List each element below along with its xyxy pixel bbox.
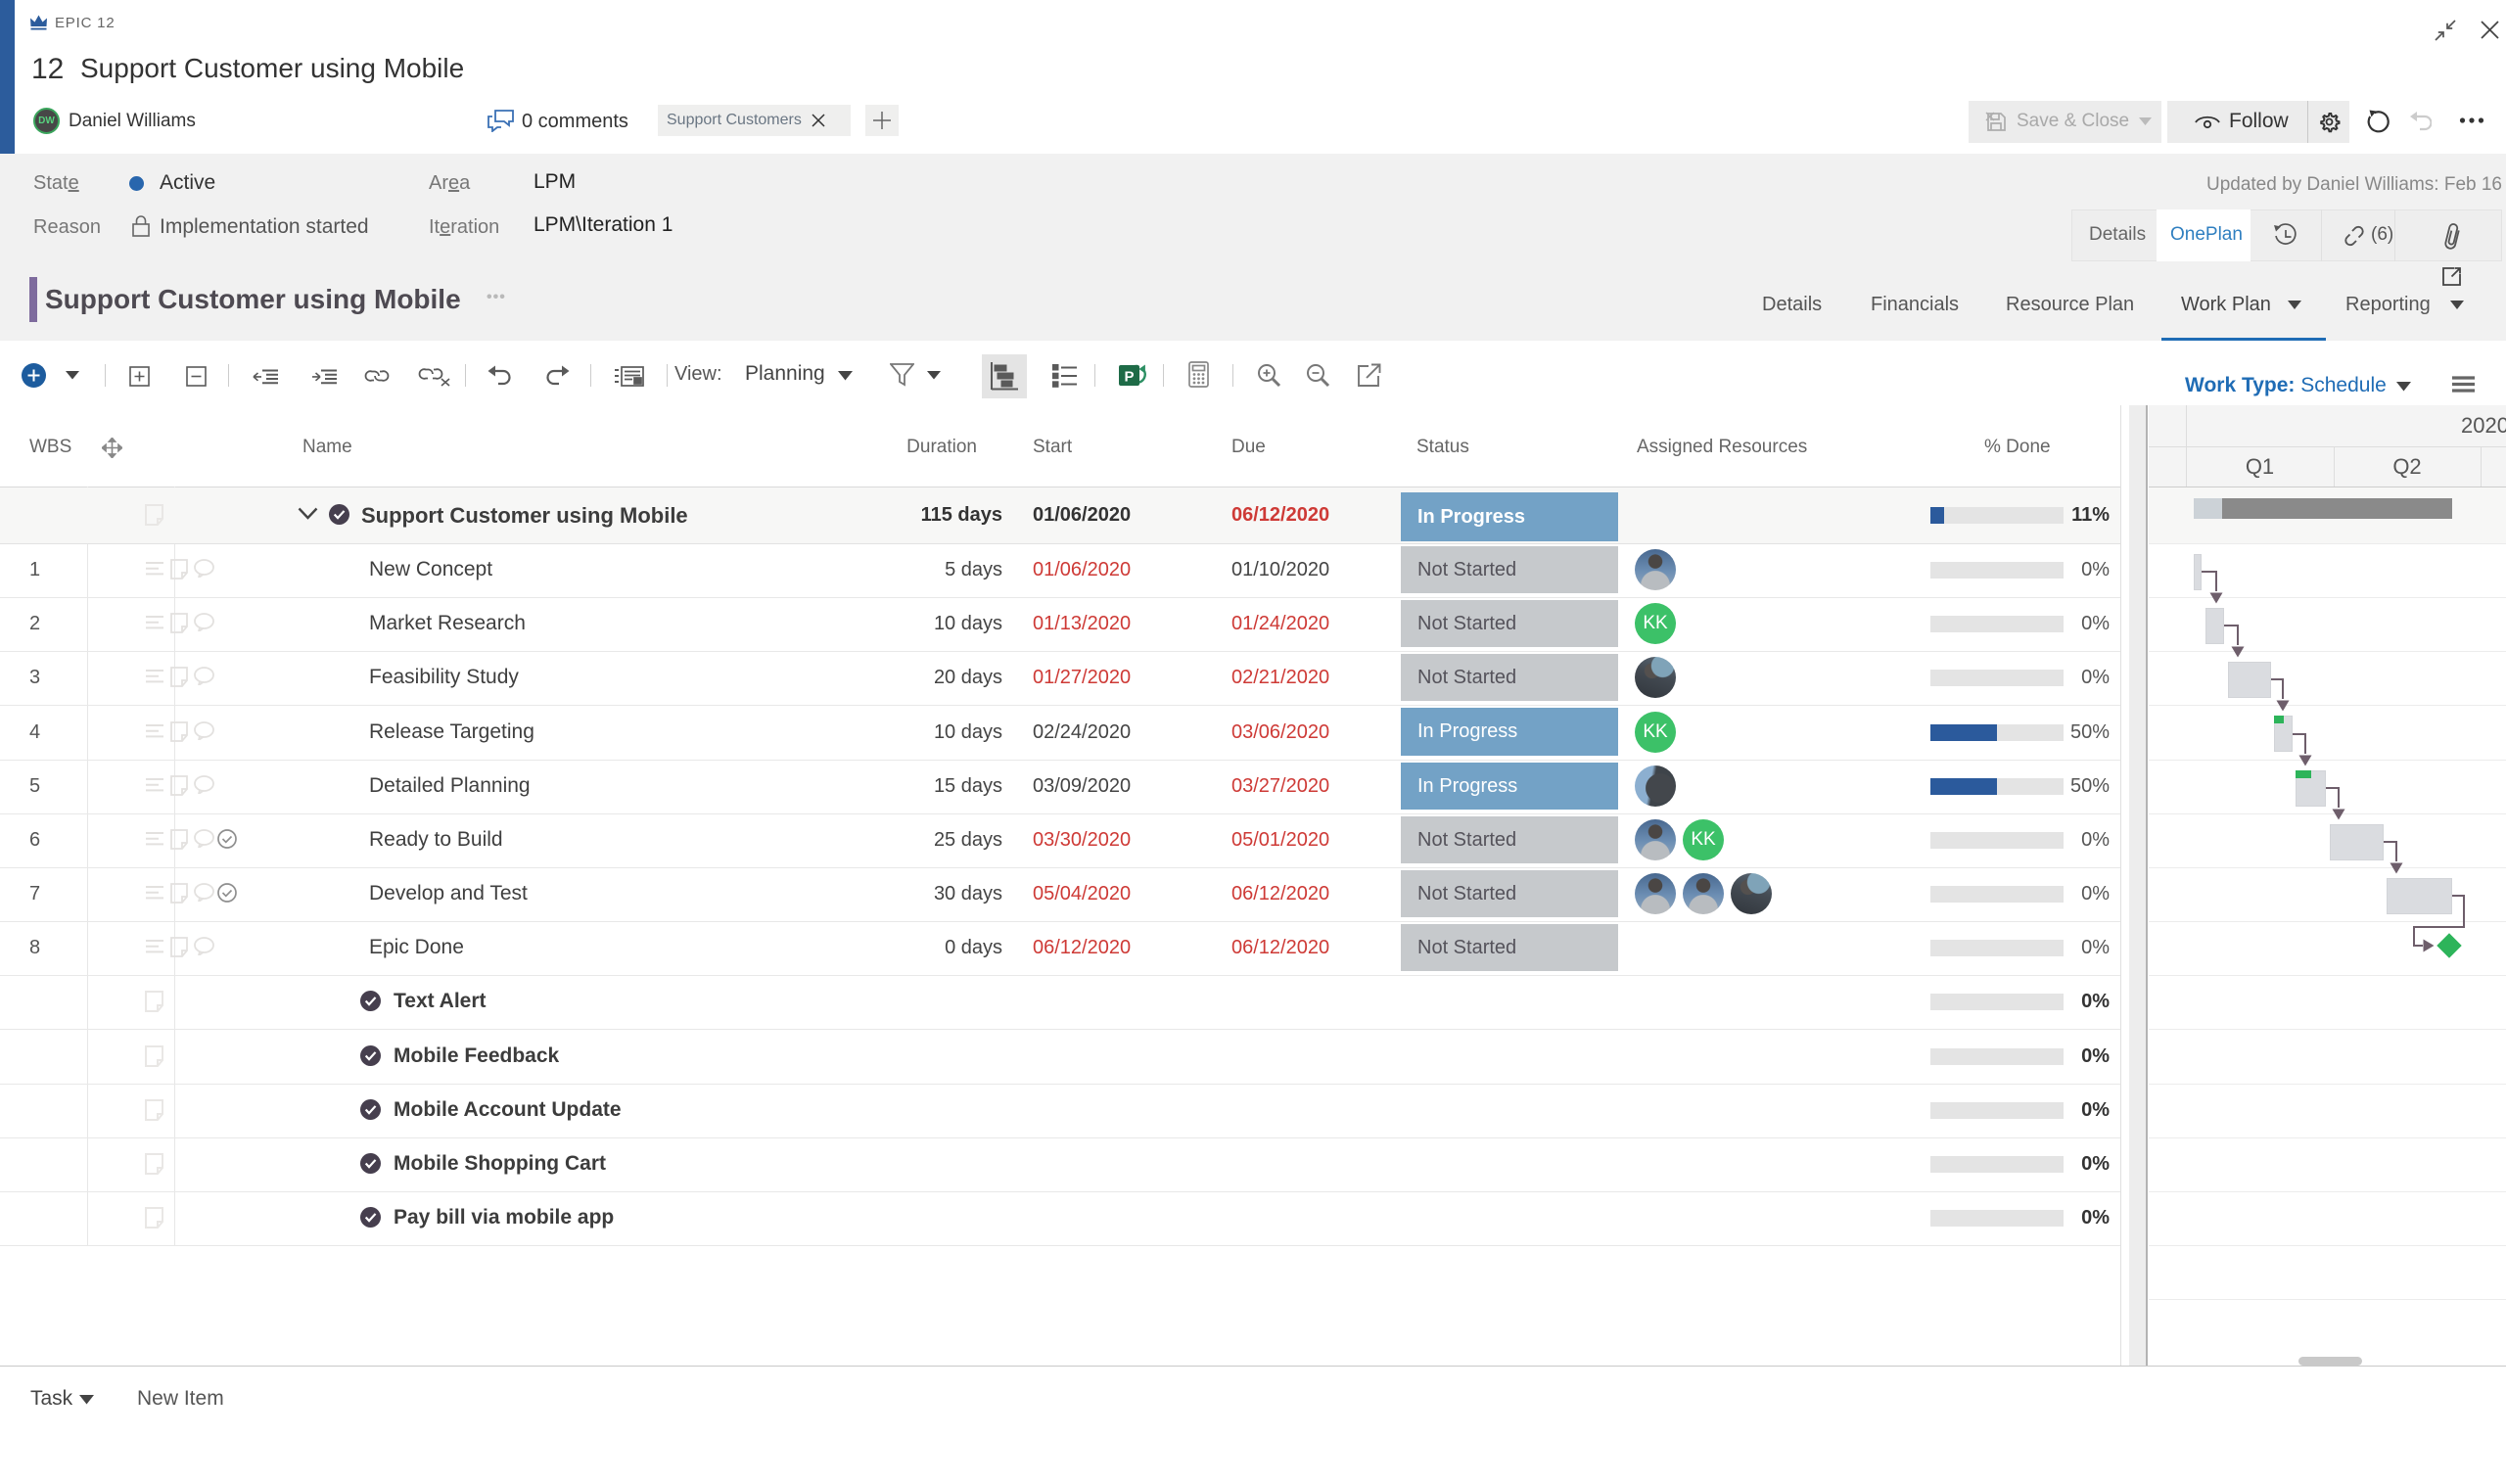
svg-text:P: P [1125, 369, 1135, 386]
